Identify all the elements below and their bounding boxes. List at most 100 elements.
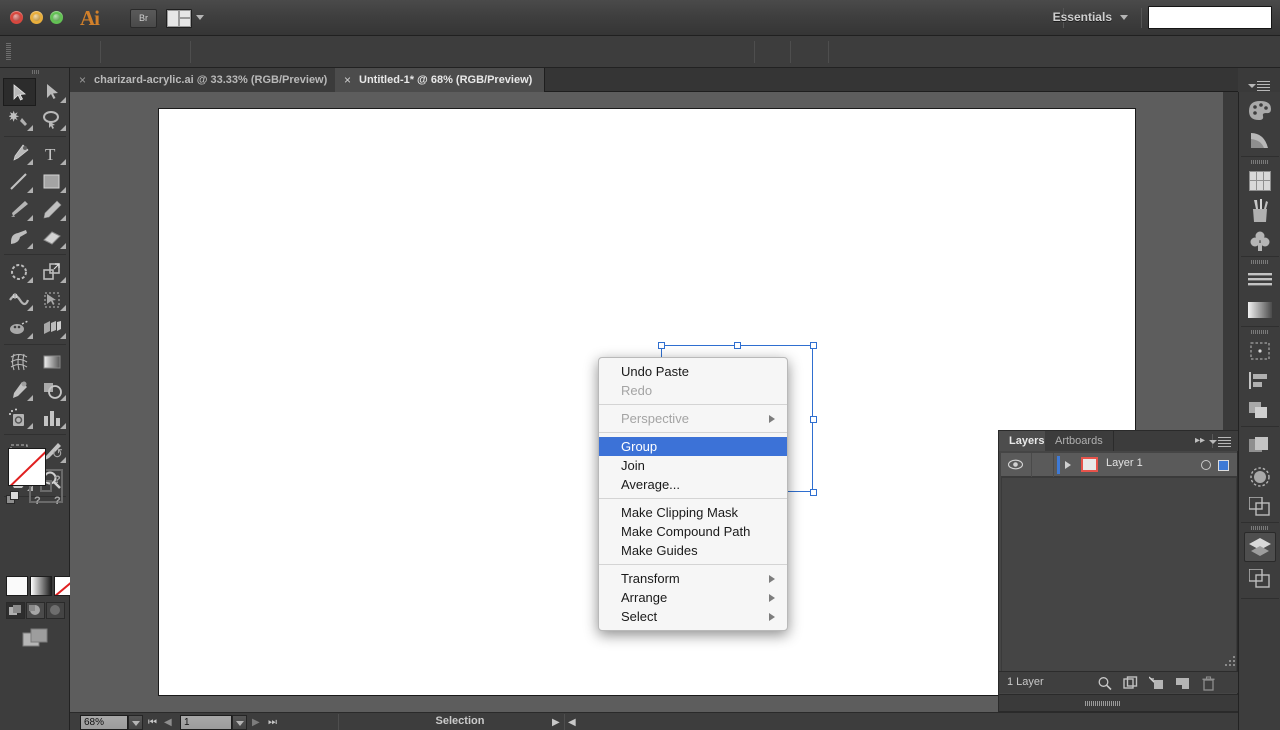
- tool-pencil[interactable]: [36, 196, 69, 224]
- make-clipping-mask-icon[interactable]: [1149, 676, 1164, 696]
- window-close-button[interactable]: [10, 11, 23, 24]
- control-bar-grip[interactable]: [6, 43, 11, 61]
- previous-artboard-button[interactable]: ◀: [164, 717, 172, 728]
- zoom-level-input[interactable]: 68%: [80, 715, 128, 730]
- artboard-number-input[interactable]: 1: [180, 715, 232, 730]
- layer-target-icon[interactable]: [1201, 460, 1211, 470]
- zoom-dropdown-icon[interactable]: [128, 715, 143, 730]
- layer-selected-indicator[interactable]: [1218, 460, 1229, 471]
- status-menu-icon[interactable]: ▶: [552, 717, 560, 728]
- dock-gradient-panel[interactable]: [1244, 296, 1276, 326]
- dock-graphic-styles-panel[interactable]: [1244, 492, 1276, 522]
- locate-object-icon[interactable]: [1097, 676, 1112, 696]
- selection-handle-e[interactable]: [810, 416, 817, 423]
- layer-color-swatch[interactable]: [1081, 457, 1098, 472]
- menu-item-select[interactable]: Select: [599, 607, 787, 626]
- close-icon[interactable]: ×: [344, 68, 351, 92]
- menu-item-group[interactable]: Group: [599, 437, 787, 456]
- menu-item-transform[interactable]: Transform: [599, 569, 787, 588]
- draw-normal-button[interactable]: [6, 602, 25, 619]
- workspace-switcher-label[interactable]: Essentials: [1053, 10, 1112, 24]
- layer-row[interactable]: Layer 1: [1001, 453, 1237, 477]
- dock-layers-panel[interactable]: [1244, 532, 1276, 562]
- menu-item-arrange[interactable]: Arrange: [599, 588, 787, 607]
- document-tab-0[interactable]: × charizard-acrylic.ai @ 33.33% (RGB/Pre…: [70, 68, 340, 92]
- layers-scrollbar-thumb[interactable]: [1085, 701, 1121, 706]
- dock-transform-panel[interactable]: [1244, 336, 1276, 366]
- tool-rotate[interactable]: [3, 258, 36, 286]
- dock-artboards-panel[interactable]: [1244, 564, 1276, 594]
- artboard-dropdown-icon[interactable]: [232, 715, 247, 730]
- tool-column-graph[interactable]: [36, 404, 69, 432]
- expand-panel-icon[interactable]: ▸▸: [1195, 435, 1205, 446]
- toolbox-grip[interactable]: [32, 70, 40, 74]
- scroll-left-arrow-icon[interactable]: ◀: [568, 717, 576, 728]
- dock-color-guide-panel[interactable]: [1244, 126, 1276, 156]
- tool-paintbrush[interactable]: [3, 196, 36, 224]
- context-menu[interactable]: Undo Paste Redo Perspective Group Join A…: [598, 357, 788, 631]
- layer-name-label[interactable]: Layer 1: [1106, 457, 1143, 469]
- layers-list-body[interactable]: [1001, 477, 1237, 692]
- tool-selection[interactable]: [3, 78, 36, 106]
- dock-swatches-panel[interactable]: [1244, 166, 1276, 196]
- tool-scale[interactable]: [36, 258, 69, 286]
- panel-menu-icon[interactable]: [1218, 437, 1231, 449]
- tool-direct-selection[interactable]: [36, 78, 69, 106]
- tool-pen[interactable]: [3, 140, 36, 168]
- dock-appearance-panel[interactable]: [1244, 462, 1276, 492]
- dock-group-grip[interactable]: [1251, 160, 1269, 164]
- dock-group-grip[interactable]: [1251, 260, 1269, 264]
- chevron-down-icon[interactable]: [1120, 15, 1128, 20]
- eye-icon[interactable]: [1008, 458, 1023, 476]
- dock-align-panel[interactable]: [1244, 366, 1276, 396]
- swap-fill-stroke-icon[interactable]: ↺: [52, 446, 63, 462]
- tool-line-segment[interactable]: [3, 168, 36, 196]
- gradient-mode-button[interactable]: [30, 576, 52, 596]
- tool-gradient[interactable]: [36, 348, 69, 376]
- chevron-down-icon[interactable]: [196, 15, 204, 20]
- menu-item-join[interactable]: Join: [599, 456, 787, 475]
- tool-free-transform[interactable]: [36, 286, 69, 314]
- selection-handle-ne[interactable]: [810, 342, 817, 349]
- menu-item-make-guides[interactable]: Make Guides: [599, 541, 787, 560]
- tool-perspective-grid[interactable]: [36, 314, 69, 342]
- delete-layer-icon[interactable]: [1201, 676, 1216, 696]
- tool-rectangle[interactable]: [36, 168, 69, 196]
- panel-resize-grip[interactable]: [1225, 654, 1236, 672]
- dock-group-grip[interactable]: [1251, 330, 1269, 334]
- fill-color-indicator[interactable]: [8, 448, 46, 486]
- window-minimize-button[interactable]: [30, 11, 43, 24]
- tool-type[interactable]: T: [36, 140, 69, 168]
- last-artboard-button[interactable]: ⏭: [268, 717, 277, 728]
- draw-behind-button[interactable]: [26, 602, 45, 619]
- menu-item-make-compound-path[interactable]: Make Compound Path: [599, 522, 787, 541]
- dock-color-panel[interactable]: [1244, 96, 1276, 126]
- draw-inside-button[interactable]: [46, 602, 65, 619]
- expand-layer-icon[interactable]: [1065, 461, 1071, 469]
- new-layer-icon[interactable]: [1175, 676, 1190, 696]
- document-tab-1[interactable]: × Untitled-1* @ 68% (RGB/Preview): [335, 68, 545, 92]
- tool-eraser[interactable]: [36, 224, 69, 252]
- dock-group-grip[interactable]: [1251, 526, 1269, 530]
- selection-handle-nw[interactable]: [658, 342, 665, 349]
- tool-width[interactable]: [3, 286, 36, 314]
- tool-blob-brush[interactable]: [3, 224, 36, 252]
- selection-handle-n[interactable]: [734, 342, 741, 349]
- first-artboard-button[interactable]: ⏮: [148, 717, 157, 728]
- selection-handle-se[interactable]: [810, 489, 817, 496]
- window-maximize-button[interactable]: [50, 11, 63, 24]
- dock-transparency-panel[interactable]: [1244, 432, 1276, 462]
- close-icon[interactable]: ×: [79, 68, 86, 92]
- menu-item-make-clipping-mask[interactable]: Make Clipping Mask: [599, 503, 787, 522]
- tool-lasso[interactable]: [36, 106, 69, 134]
- menu-item-average[interactable]: Average...: [599, 475, 787, 494]
- tool-mesh[interactable]: [3, 348, 36, 376]
- dock-symbols-panel[interactable]: [1244, 226, 1276, 256]
- color-mode-button[interactable]: [6, 576, 28, 596]
- tool-symbol-sprayer[interactable]: [3, 404, 36, 432]
- new-sublayer-icon[interactable]: [1123, 676, 1138, 696]
- layers-horizontal-scrollbar[interactable]: [999, 694, 1239, 711]
- arrange-documents-button[interactable]: [166, 9, 192, 28]
- menu-item-undo-paste[interactable]: Undo Paste: [599, 362, 787, 381]
- change-screen-mode-button[interactable]: [22, 628, 50, 655]
